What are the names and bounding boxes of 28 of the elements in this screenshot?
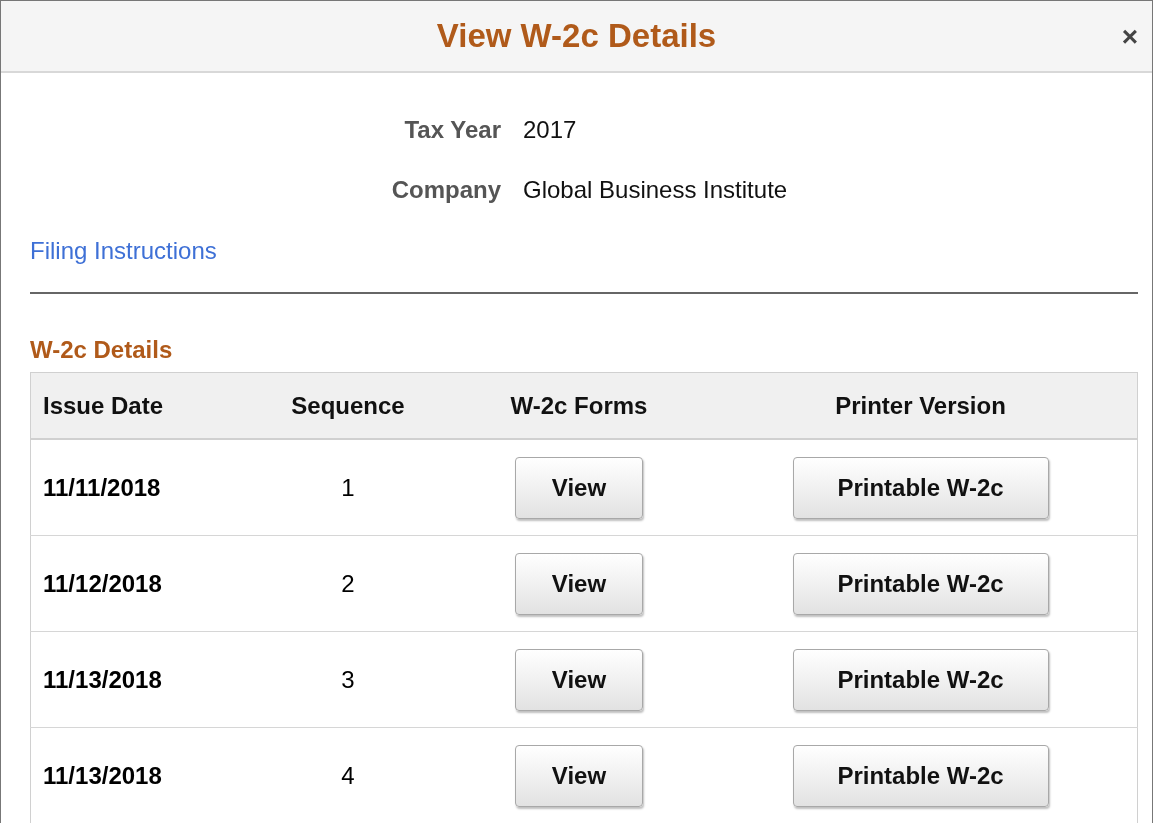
view-button[interactable]: View	[515, 456, 643, 519]
table-cell: 11/12/2018	[30, 535, 242, 632]
view-button[interactable]: View	[515, 648, 643, 711]
table-cell: 4	[242, 727, 454, 823]
column-header: Issue Date	[30, 372, 242, 439]
close-button[interactable]: ×	[1121, 23, 1138, 51]
printable-button[interactable]: Printable W-2c	[792, 456, 1049, 519]
column-header: Sequence	[242, 372, 454, 439]
table-cell: 11/13/2018	[30, 727, 242, 823]
column-header: W-2c Forms	[454, 372, 704, 439]
field-value: Global Business Institute	[523, 176, 788, 204]
printable-button[interactable]: Printable W-2c	[792, 648, 1049, 711]
filing-instructions-link[interactable]: Filing Instructions	[30, 237, 217, 265]
dialog-title: View W-2c Details	[436, 17, 717, 55]
view-button[interactable]: View	[515, 744, 643, 807]
table-cell: 3	[242, 631, 454, 728]
table-cell: 2	[242, 535, 454, 632]
field-value: 2017	[523, 116, 577, 144]
table-cell: 11/13/2018	[30, 631, 242, 728]
field-label: Tax Year	[404, 116, 501, 144]
section-title: W-2c Details	[30, 336, 174, 364]
column-header: Printer Version	[704, 372, 1138, 439]
table-cell: 11/11/2018	[30, 439, 242, 536]
printable-button[interactable]: Printable W-2c	[792, 552, 1049, 615]
view-button[interactable]: View	[515, 552, 643, 615]
printable-button[interactable]: Printable W-2c	[792, 744, 1049, 807]
table-cell: 1	[242, 439, 454, 536]
field-label: Company	[391, 176, 501, 204]
